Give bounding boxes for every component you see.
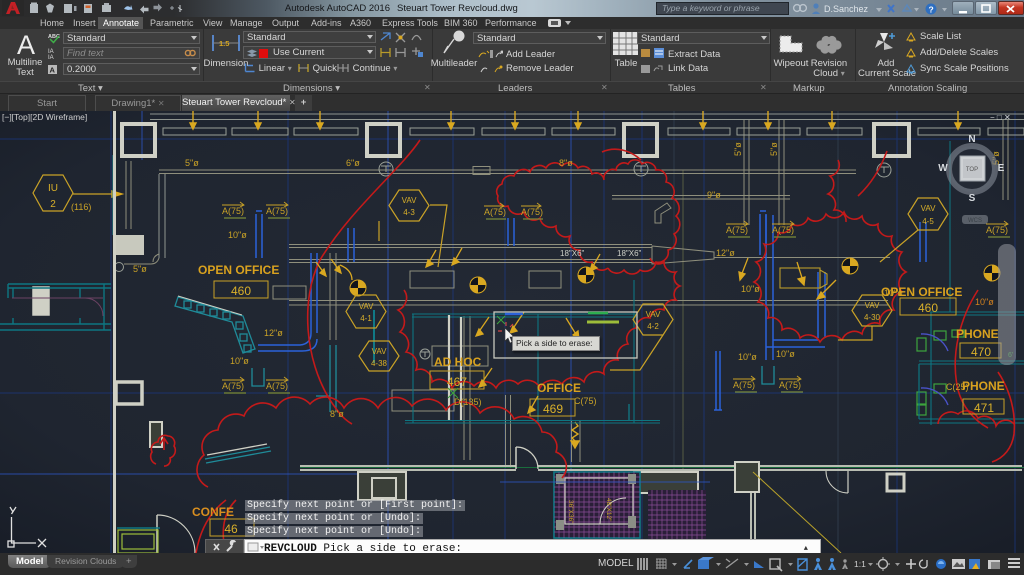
svg-text:5"ø: 5"ø bbox=[185, 158, 199, 168]
svg-text:AD HOC: AD HOC bbox=[434, 355, 482, 369]
svg-text:6"ø: 6"ø bbox=[346, 158, 360, 168]
svg-text:46: 46 bbox=[224, 522, 238, 536]
svg-text:WCS: WCS bbox=[968, 218, 982, 224]
svg-text:10"ø: 10"ø bbox=[975, 297, 994, 307]
svg-text:(116): (116) bbox=[71, 202, 91, 212]
svg-text:36"X36": 36"X36" bbox=[567, 500, 574, 524]
svg-text:5"ø: 5"ø bbox=[133, 264, 147, 274]
svg-text:OFFICE: OFFICE bbox=[537, 381, 581, 395]
svg-text:N: N bbox=[968, 134, 975, 145]
svg-text:VAV: VAV bbox=[359, 302, 374, 311]
svg-text:1:1: 1:1 bbox=[854, 559, 866, 569]
svg-text:460: 460 bbox=[918, 301, 938, 315]
svg-text:10"ø: 10"ø bbox=[228, 230, 247, 240]
svg-text:470: 470 bbox=[971, 345, 991, 359]
svg-text:A(75): A(75) bbox=[726, 225, 748, 235]
svg-text:A(75): A(75) bbox=[222, 381, 244, 391]
svg-text:471: 471 bbox=[974, 401, 994, 415]
svg-text:460: 460 bbox=[231, 284, 251, 298]
svg-text:A(75): A(75) bbox=[733, 380, 755, 390]
svg-text:D.Sanchez: D.Sanchez bbox=[824, 4, 869, 14]
svg-text:467: 467 bbox=[447, 375, 467, 389]
svg-text:A(75): A(75) bbox=[266, 381, 288, 391]
svg-text:IU: IU bbox=[48, 183, 58, 194]
svg-text:18"X6": 18"X6" bbox=[617, 249, 642, 258]
svg-text:1.5: 1.5 bbox=[219, 39, 229, 48]
svg-text:C(75): C(75) bbox=[574, 396, 597, 406]
svg-text:10"ø: 10"ø bbox=[776, 349, 795, 359]
svg-text:W: W bbox=[938, 163, 948, 174]
svg-text:4-1: 4-1 bbox=[360, 314, 372, 323]
svg-text:4-5: 4-5 bbox=[922, 217, 934, 226]
svg-text:PHONE: PHONE bbox=[962, 379, 1005, 393]
svg-text:4-38: 4-38 bbox=[371, 359, 388, 368]
svg-text:A: A bbox=[50, 66, 56, 75]
svg-text:12"ø: 12"ø bbox=[716, 248, 735, 258]
svg-text:10"ø: 10"ø bbox=[738, 352, 757, 362]
svg-text:4-2: 4-2 bbox=[647, 322, 659, 331]
svg-text:A(75): A(75) bbox=[222, 206, 244, 216]
svg-text:5"ø: 5"ø bbox=[769, 142, 779, 156]
svg-text:8"ø: 8"ø bbox=[559, 158, 573, 168]
svg-text:4-30: 4-30 bbox=[864, 313, 881, 322]
svg-text:9"ø: 9"ø bbox=[707, 190, 721, 200]
svg-text:10"ø: 10"ø bbox=[741, 284, 760, 294]
svg-text:4-3: 4-3 bbox=[403, 208, 415, 217]
svg-text:2: 2 bbox=[50, 199, 56, 210]
svg-text:10"ø: 10"ø bbox=[230, 356, 249, 366]
svg-text:A(75): A(75) bbox=[986, 225, 1008, 235]
svg-text:469: 469 bbox=[543, 402, 563, 416]
svg-text:TOP: TOP bbox=[966, 167, 978, 173]
svg-text:VAV: VAV bbox=[646, 310, 661, 319]
svg-text:VAV: VAV bbox=[921, 204, 936, 213]
svg-text:A(75): A(75) bbox=[772, 225, 794, 235]
svg-text:PHONE: PHONE bbox=[956, 327, 999, 341]
svg-text:18"X6": 18"X6" bbox=[560, 249, 585, 258]
svg-text:OPEN OFFICE: OPEN OFFICE bbox=[198, 263, 279, 277]
svg-text:E: E bbox=[998, 163, 1005, 174]
svg-text:A(75): A(75) bbox=[266, 206, 288, 216]
svg-text:VAV: VAV bbox=[372, 347, 387, 356]
svg-text:12"ø: 12"ø bbox=[264, 328, 283, 338]
svg-text:− □ ✕: − □ ✕ bbox=[990, 113, 1011, 122]
svg-text:8"ø: 8"ø bbox=[330, 409, 344, 419]
svg-text:?: ? bbox=[929, 5, 934, 15]
svg-text:A(75): A(75) bbox=[484, 207, 506, 217]
svg-text:CONFE: CONFE bbox=[192, 505, 234, 519]
svg-text:S: S bbox=[969, 193, 976, 204]
svg-text:VAV: VAV bbox=[865, 301, 880, 310]
svg-text:D(135): D(135) bbox=[454, 397, 482, 407]
svg-text:OPEN OFFICE: OPEN OFFICE bbox=[881, 285, 962, 299]
svg-text:IA: IA bbox=[48, 55, 54, 61]
svg-text:A(75): A(75) bbox=[521, 207, 543, 217]
svg-text:A(75): A(75) bbox=[779, 380, 801, 390]
svg-text:48"X12": 48"X12" bbox=[605, 498, 612, 522]
svg-text:5"ø: 5"ø bbox=[733, 142, 743, 156]
svg-text:VAV: VAV bbox=[402, 196, 417, 205]
